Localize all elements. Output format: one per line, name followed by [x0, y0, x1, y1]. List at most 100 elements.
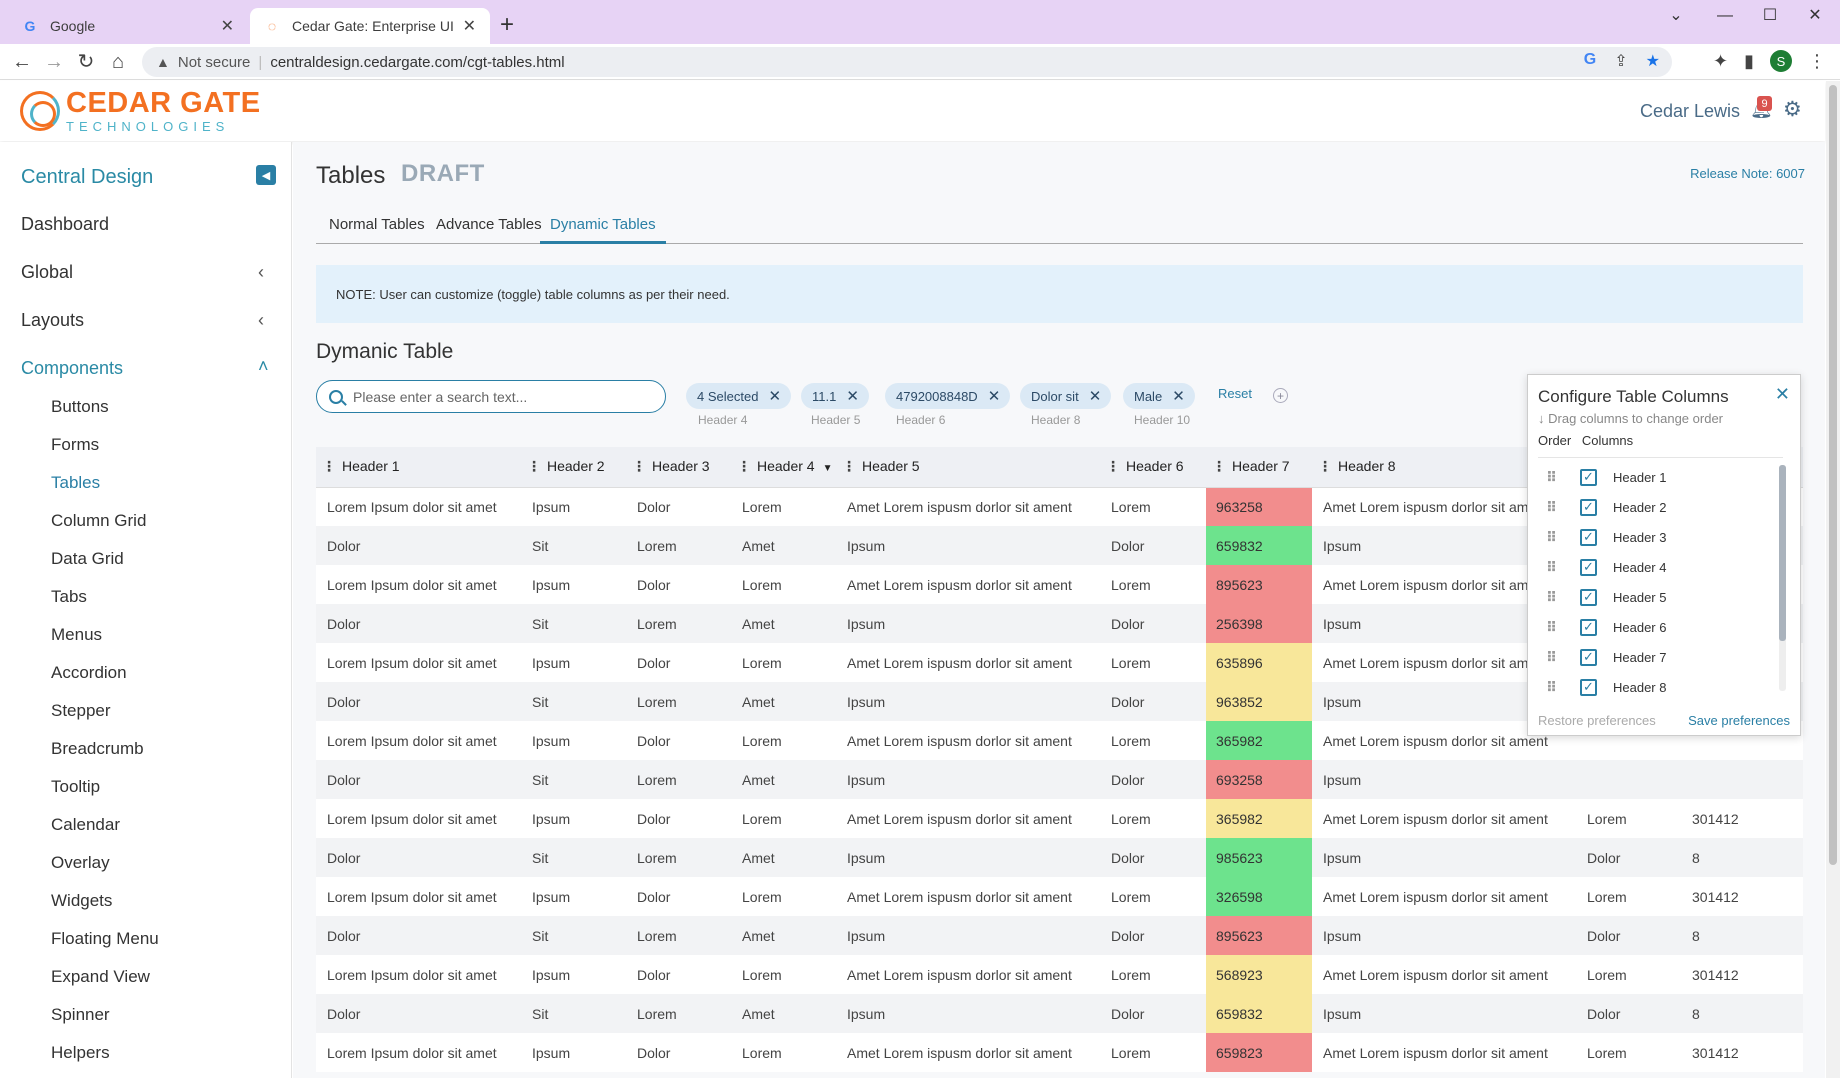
reset-filters-button[interactable]: Reset — [1218, 386, 1252, 401]
sidebar-subitem-accordion[interactable]: Accordion — [51, 663, 127, 683]
sidebar-subitem-helpers[interactable]: Helpers — [51, 1043, 110, 1063]
drag-handle-icon[interactable]: ⠿ — [1546, 589, 1558, 606]
remove-filter-icon[interactable]: ✕ — [768, 387, 781, 405]
drag-handle-icon[interactable]: ⠿ — [1546, 619, 1558, 636]
column-toggle-row[interactable]: ⠿ ✓ Header 6 — [1538, 612, 1666, 642]
sidebar-subitem-tooltip[interactable]: Tooltip — [51, 777, 100, 797]
sidebar-subitem-calendar[interactable]: Calendar — [51, 815, 120, 835]
sidebar-item-global[interactable]: Global — [21, 262, 73, 283]
page-scrollbar[interactable] — [1826, 81, 1840, 1078]
release-note-link[interactable]: Release Note: 6007 — [1690, 166, 1805, 181]
column-header-3[interactable]: ⋮ Header 3 — [626, 447, 731, 488]
tab-advance-tables[interactable]: Advance Tables — [436, 216, 542, 233]
sidebar-subitem-buttons[interactable]: Buttons — [51, 397, 109, 417]
browser-tab-google[interactable]: G Google ✕ — [8, 8, 248, 44]
cedar-gate-logo[interactable]: CEDAR GATE TECHNOLOGIES — [20, 89, 261, 133]
page-scrollbar-thumb[interactable] — [1829, 85, 1837, 865]
remove-filter-icon[interactable]: ✕ — [1089, 387, 1102, 405]
filter-chip-header-5[interactable]: 11.1 ✕ — [801, 383, 869, 409]
save-preferences-button[interactable]: Save preferences — [1688, 713, 1790, 728]
drag-handle-icon[interactable]: ⠿ — [1546, 499, 1558, 516]
sidebar-subitem-column-grid[interactable]: Column Grid — [51, 511, 146, 531]
drag-handle-icon[interactable]: ⠿ — [1546, 649, 1558, 666]
sidebar-subitem-floating-menu[interactable]: Floating Menu — [51, 929, 159, 949]
table-row[interactable]: Lorem Ipsum dolor sit amet Ipsum Dolor Lore… — [316, 877, 1803, 916]
add-filter-plus-icon[interactable]: + — [1273, 388, 1288, 403]
column-toggle-row[interactable]: ⠿ ✓ Header 3 — [1538, 522, 1666, 552]
column-toggle-row[interactable]: ⠿ ✓ Header 1 — [1538, 462, 1666, 492]
table-row[interactable]: Lorem Ipsum dolor sit amet Ipsum Dolor Lore… — [316, 955, 1803, 994]
chevron-up-icon[interactable]: ˄ — [258, 356, 269, 377]
drag-handle-icon[interactable]: ⠿ — [1546, 529, 1558, 546]
filter-chip-header-8[interactable]: Dolor sit ✕ — [1020, 383, 1112, 409]
drag-grip-icon[interactable]: ⋮ — [1318, 458, 1332, 474]
browser-tab-cedar-gate[interactable]: ◌ Cedar Gate: Enterprise UI ✕ — [250, 8, 490, 44]
table-row[interactable]: Dolor Sit Lorem Amet Ipsum Dolor 895623 Ipsum Do… — [316, 916, 1803, 955]
share-icon[interactable]: ⇪ — [1614, 51, 1627, 71]
remove-filter-icon[interactable]: ✕ — [1172, 387, 1185, 405]
drag-grip-icon[interactable]: ⋮ — [737, 458, 751, 474]
sidebar-subitem-widgets[interactable]: Widgets — [51, 891, 112, 911]
column-header-5[interactable]: ⋮ Header 5 — [836, 447, 1100, 488]
column-toggle-row[interactable]: ⠿ ✓ Header 2 — [1538, 492, 1666, 522]
reload-icon[interactable]: ↻ — [74, 50, 98, 74]
drag-handle-icon[interactable]: ⠿ — [1546, 469, 1558, 486]
profile-avatar[interactable]: S — [1770, 50, 1792, 72]
user-name[interactable]: Cedar Lewis — [1640, 101, 1740, 122]
google-lens-icon[interactable]: G — [1584, 51, 1596, 71]
sidebar-subitem-data-grid[interactable]: Data Grid — [51, 549, 124, 569]
close-tab-icon[interactable]: ✕ — [463, 16, 476, 36]
column-checkbox[interactable]: ✓ — [1580, 618, 1597, 636]
column-toggle-row[interactable]: ⠿ ✓ Header 5 — [1538, 582, 1666, 612]
column-header-2[interactable]: ⋮ Header 2 — [521, 447, 626, 488]
column-toggle-row[interactable]: ⠿ ✓ Header 4 — [1538, 552, 1666, 582]
panel-scrollbar-thumb[interactable] — [1779, 465, 1786, 641]
sort-down-icon[interactable]: ▼ — [823, 463, 833, 474]
column-checkbox[interactable]: ✓ — [1580, 558, 1597, 576]
filter-chip-header-10[interactable]: Male ✕ — [1123, 383, 1195, 409]
drag-grip-icon[interactable]: ⋮ — [1212, 458, 1226, 474]
sidebar-subitem-tables[interactable]: Tables — [51, 473, 100, 493]
bookmark-star-icon[interactable]: ★ — [1646, 51, 1660, 71]
column-checkbox[interactable]: ✓ — [1580, 648, 1597, 666]
restore-preferences-button[interactable]: Restore preferences — [1538, 713, 1656, 728]
maximize-icon[interactable]: ☐ — [1750, 4, 1790, 28]
drag-grip-icon[interactable]: ⋮ — [632, 458, 646, 474]
sidebar-subitem-stepper[interactable]: Stepper — [51, 701, 111, 721]
table-row[interactable]: Dolor Sit Lorem Amet Ipsum Dolor 985623 Ipsum Do… — [316, 838, 1803, 877]
column-header-1[interactable]: ⋮ Header 1 — [316, 447, 521, 488]
sidebar-collapse-button[interactable]: ◀ — [256, 165, 276, 185]
chevron-left-icon[interactable]: ‹ — [258, 310, 264, 331]
column-checkbox[interactable]: ✓ — [1580, 528, 1597, 546]
forward-arrow-icon[interactable]: → — [42, 50, 66, 74]
column-checkbox[interactable]: ✓ — [1580, 468, 1597, 486]
tab-normal-tables[interactable]: Normal Tables — [329, 216, 425, 233]
sidebar-subitem-menus[interactable]: Menus — [51, 625, 102, 645]
new-tab-plus-icon[interactable]: + — [500, 12, 514, 38]
sidebar-subitem-overlay[interactable]: Overlay — [51, 853, 110, 873]
sidebar-subitem-tabs[interactable]: Tabs — [51, 587, 87, 607]
search-input[interactable] — [353, 388, 643, 405]
sidebar-subitem-spinner[interactable]: Spinner — [51, 1005, 110, 1025]
filter-chip-header-6[interactable]: 4792008848D ✕ — [885, 383, 1011, 409]
column-toggle-row[interactable]: ⠿ ✓ Header 7 — [1538, 642, 1666, 672]
extensions-puzzle-icon[interactable]: ✦ — [1713, 51, 1728, 72]
column-header-4[interactable]: ⋮ Header 4 ▼ — [731, 447, 836, 488]
url-omnibox[interactable]: ▲ Not secure | centraldesign.cedargate.c… — [142, 47, 1672, 77]
column-checkbox[interactable]: ✓ — [1580, 678, 1597, 696]
side-panel-icon[interactable]: ▮ — [1744, 51, 1754, 72]
minimize-icon[interactable]: — — [1705, 4, 1745, 28]
table-row[interactable]: Dolor Sit Lorem Amet Ipsum Dolor 693258 Ipsum — [316, 760, 1803, 799]
drag-grip-icon[interactable]: ⋮ — [527, 458, 541, 474]
back-arrow-icon[interactable]: ← — [10, 50, 34, 74]
column-header-6[interactable]: ⋮ Header 6 — [1100, 447, 1206, 488]
drag-grip-icon[interactable]: ⋮ — [842, 458, 856, 474]
sidebar-item-dashboard[interactable]: Dashboard — [21, 214, 109, 235]
sidebar-item-layouts[interactable]: Layouts — [21, 310, 84, 331]
drag-handle-icon[interactable]: ⠿ — [1546, 559, 1558, 576]
column-checkbox[interactable]: ✓ — [1580, 588, 1597, 606]
settings-gear-icon[interactable]: ⚙ — [1783, 97, 1802, 122]
sidebar-subitem-forms[interactable]: Forms — [51, 435, 99, 455]
tab-search-chevron-icon[interactable]: ⌄ — [1656, 4, 1696, 28]
browser-menu-icon[interactable]: ⋮ — [1808, 51, 1826, 72]
